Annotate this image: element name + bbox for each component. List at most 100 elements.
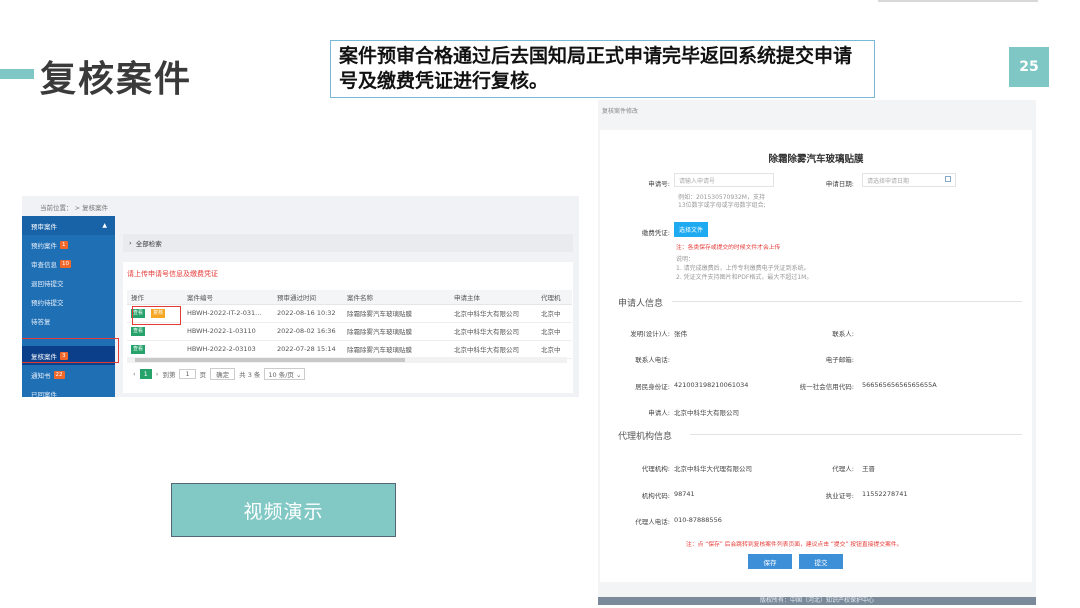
page-size-select[interactable]: 10 条/页 ⌄: [264, 368, 306, 380]
application-date-picker[interactable]: 请选择申请日期: [862, 173, 956, 187]
calendar-icon: [945, 176, 951, 182]
sidebar-item-reserved[interactable]: 预约案件 1: [22, 235, 115, 254]
case-id-cell: HBWH-2022-2-03103: [183, 340, 273, 359]
applicant-value: 北京中科华大有限公司: [674, 409, 739, 417]
top-divider: [878, 0, 1038, 2]
sidebar-group-pre-review[interactable]: 预审案件 ▲: [22, 216, 115, 235]
sidebar-item-review-info[interactable]: 审查信息 10: [22, 254, 115, 273]
action-cell: 查看: [127, 340, 183, 359]
column-header: 预审通过时间: [273, 290, 343, 305]
pass-time-cell: 2022-08-02 16:36: [273, 322, 343, 341]
page-jump-confirm-button[interactable]: 确定: [210, 368, 236, 380]
sidebar-item-returned[interactable]: 退回待提交: [22, 273, 115, 292]
title-accent-bar: [0, 69, 34, 79]
review-form-screenshot: 复核案件修改 除霜除雾汽车玻璃贴膜 申请号: 请输入申请号 申请日期: 请选择申…: [598, 100, 1036, 605]
application-no-input[interactable]: 请输入申请号: [674, 173, 774, 187]
license-value: 11552278741: [862, 490, 908, 498]
save-submit-note: 注：点 “保存” 后会跳转到复核案件列表页面，建议点击 “提交” 按钮直接提交案…: [686, 542, 903, 548]
id-card-value: 421003198210061034: [674, 381, 749, 389]
payment-label: 缴费凭证:: [641, 229, 670, 237]
breadcrumb: 复核案件修改: [602, 108, 639, 115]
section-divider: [690, 434, 1022, 435]
case-table-panel: 请上传申请号信息及缴费凭证 操作 案件编号 预审通过时间 案件名称 申请主体 代…: [123, 262, 573, 393]
pass-time-cell: 2022-08-16 10:32: [273, 304, 343, 323]
form-title: 除霜除雾汽车玻璃贴膜: [768, 154, 864, 165]
form-card: 除霜除雾汽车玻璃贴膜 申请号: 请输入申请号 申请日期: 请选择申请日期 例如：…: [600, 130, 1032, 582]
agency-value: 北京中科华大代理有限公司: [674, 465, 752, 473]
page-size-value: 10 条/页: [268, 371, 294, 379]
chevron-up-icon: ▲: [102, 222, 107, 229]
sidebar-group-label: 预审案件: [31, 222, 57, 231]
prev-page-icon[interactable]: ‹: [133, 370, 136, 378]
agency-section-title: 代理机构信息: [618, 432, 673, 442]
agency-code-value: 98741: [674, 490, 695, 498]
id-card-label: 居民身份证:: [635, 383, 670, 391]
sidebar-item-label: 退回待提交: [31, 279, 64, 288]
agency-cell: 北京中: [537, 322, 572, 341]
total-count: 共 3 条: [239, 371, 261, 379]
agency-cell: 北京中: [537, 304, 572, 323]
agent-value: 王晋: [862, 465, 875, 473]
save-button[interactable]: 保存: [748, 554, 792, 569]
application-no-hint-2: 13位数字或字母或字母数字组合;: [678, 202, 766, 209]
sidebar-item-label: 预约案件: [31, 241, 57, 250]
scrollbar-thumb[interactable]: [135, 358, 405, 362]
application-date-label: 申请日期:: [825, 180, 854, 188]
goto-label: 到第: [162, 371, 176, 379]
column-header: 案件编号: [183, 290, 273, 305]
choose-file-button[interactable]: 选择文件: [674, 222, 709, 237]
case-id-cell: HBWH-2022-IT-2-031...: [183, 304, 273, 323]
sidebar-item-returned-cases[interactable]: 已回案件: [22, 384, 115, 398]
sidebar-item-notices[interactable]: 通知书 22: [22, 365, 115, 384]
chevron-right-icon: ›: [129, 239, 136, 247]
sidebar-item-to-reply[interactable]: 待答复: [22, 311, 115, 330]
filter-toggle[interactable]: › 全部检索: [123, 234, 573, 252]
pass-time-cell: 2022-07-28 15:14: [273, 340, 343, 359]
sidebar-item-reserved-pending[interactable]: 预约待提交: [22, 292, 115, 311]
submit-button[interactable]: 提交: [799, 554, 843, 569]
slide-title: 复核案件: [40, 59, 193, 100]
table-row: 查看 HBWH-2022-2-03103 2022-07-28 15:14 除霜…: [127, 340, 572, 359]
view-button[interactable]: 查看: [131, 327, 146, 336]
agent-label: 代理人:: [832, 465, 854, 473]
horizontal-scrollbar[interactable]: [127, 357, 567, 363]
copyright-footer: 版权所有：中国（河北）知识产权保护中心: [598, 597, 1036, 605]
sidebar-item-label: 预约待提交: [31, 298, 64, 307]
chevron-down-icon: ⌄: [296, 371, 302, 379]
breadcrumb: 当前位置： > 复核案件: [40, 204, 109, 212]
sidebar-item-label: 待答复: [31, 317, 51, 326]
applicant-cell: 北京中科华大有限公司: [450, 322, 537, 341]
panel-title: 请上传申请号信息及缴费凭证: [127, 270, 218, 278]
count-badge: 22: [53, 370, 65, 379]
count-badge: 10: [60, 259, 71, 268]
license-label: 执业证号:: [825, 492, 854, 500]
filter-label: 全部检索: [135, 240, 162, 248]
column-header: 申请主体: [450, 290, 537, 305]
next-page-icon[interactable]: ›: [156, 370, 163, 378]
payment-hint-1: 说明：: [676, 256, 695, 263]
page-button-current[interactable]: 1: [139, 369, 152, 379]
table-row: 查看 复核 HBWH-2022-IT-2-031... 2022-08-16 1…: [127, 304, 572, 323]
slide-description: 案件预审合格通过后去国知局正式申请完毕返回系统提交申请号及缴费凭证进行复核。: [330, 40, 875, 98]
case-name-cell: 除霜除雾汽车玻璃贴膜: [343, 340, 450, 359]
sidebar-item-label: 已回案件: [31, 390, 57, 398]
sidebar-item-label: 通知书: [31, 371, 51, 380]
payment-hint-2: 1. 请完成缴费后，上传专利缴费电子凭证到系统。: [676, 265, 810, 272]
payment-hint-3: 2. 凭证文件支持图片和PDF格式，最大不超过1M。: [676, 274, 813, 281]
agent-phone-value: 010-87888556: [674, 516, 722, 524]
page-unit-label: 页: [199, 371, 207, 379]
view-button[interactable]: 查看: [131, 345, 146, 354]
application-no-label: 申请号:: [648, 180, 670, 188]
pagination: ‹ 1 › 到第 1 页 确定 共 3 条 10 条/页 ⌄: [133, 368, 306, 380]
inventor-value: 张伟: [674, 330, 687, 338]
video-demo-button[interactable]: 视频演示: [171, 483, 396, 537]
count-badge: 1: [60, 240, 68, 249]
column-header: 操作: [127, 290, 183, 305]
column-header: 案件名称: [343, 290, 450, 305]
email-label: 电子邮箱:: [825, 356, 854, 364]
payment-note: 注：各类保存或提交的时候文件才会上传: [676, 245, 781, 251]
column-header: 代理机: [537, 290, 572, 305]
application-no-placeholder: 请输入申请号: [679, 177, 716, 185]
highlight-frame: [22, 338, 119, 363]
page-jump-input[interactable]: 1: [179, 369, 196, 379]
